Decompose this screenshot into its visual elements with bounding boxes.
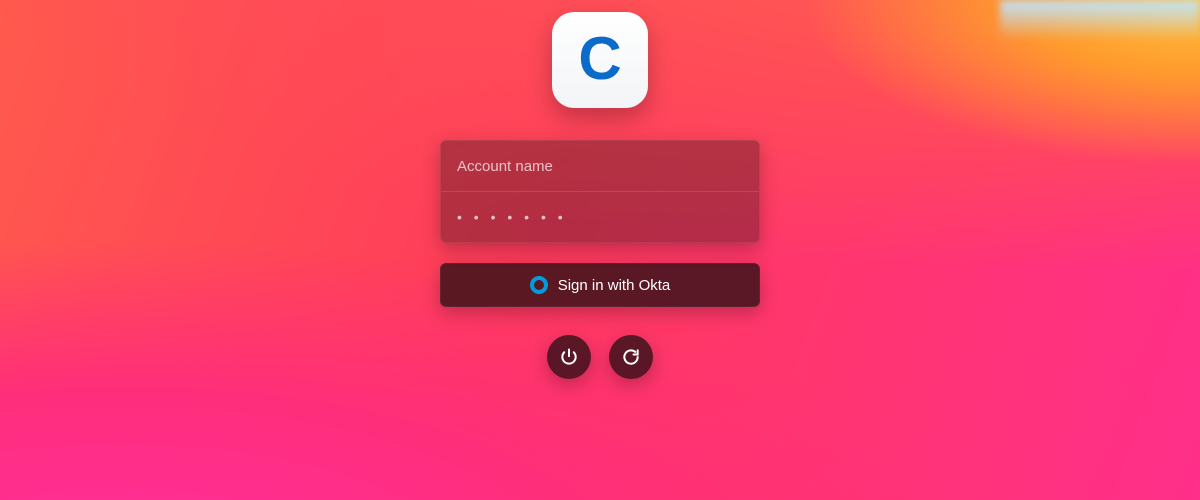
- shutdown-button[interactable]: [547, 335, 591, 379]
- sso-label: Sign in with Okta: [558, 277, 671, 294]
- login-panel: C Sign in with Okta: [0, 0, 1200, 500]
- restart-icon: [621, 347, 641, 367]
- app-icon-letter: C: [578, 24, 621, 93]
- sign-in-with-okta-button[interactable]: Sign in with Okta: [440, 263, 760, 307]
- account-name-input[interactable]: [441, 141, 759, 191]
- app-icon: C: [552, 12, 648, 108]
- password-input[interactable]: [441, 192, 759, 242]
- credentials-box: [440, 140, 760, 243]
- restart-button[interactable]: [609, 335, 653, 379]
- session-actions: [547, 335, 653, 379]
- power-icon: [559, 347, 579, 367]
- okta-icon: [530, 276, 548, 294]
